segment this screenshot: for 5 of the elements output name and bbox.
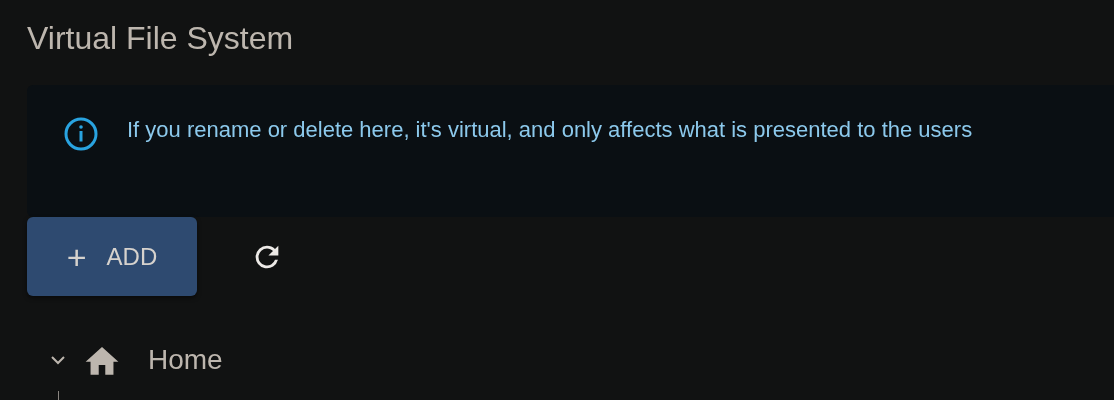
info-icon <box>63 116 99 152</box>
page-title: Virtual File System <box>27 19 294 58</box>
tree-item-label[interactable]: Home <box>148 344 223 376</box>
add-button[interactable]: + ADD <box>27 217 197 296</box>
alert-message: If you rename or delete here, it's virtual, and only affects what is presented to the users <box>127 116 974 144</box>
